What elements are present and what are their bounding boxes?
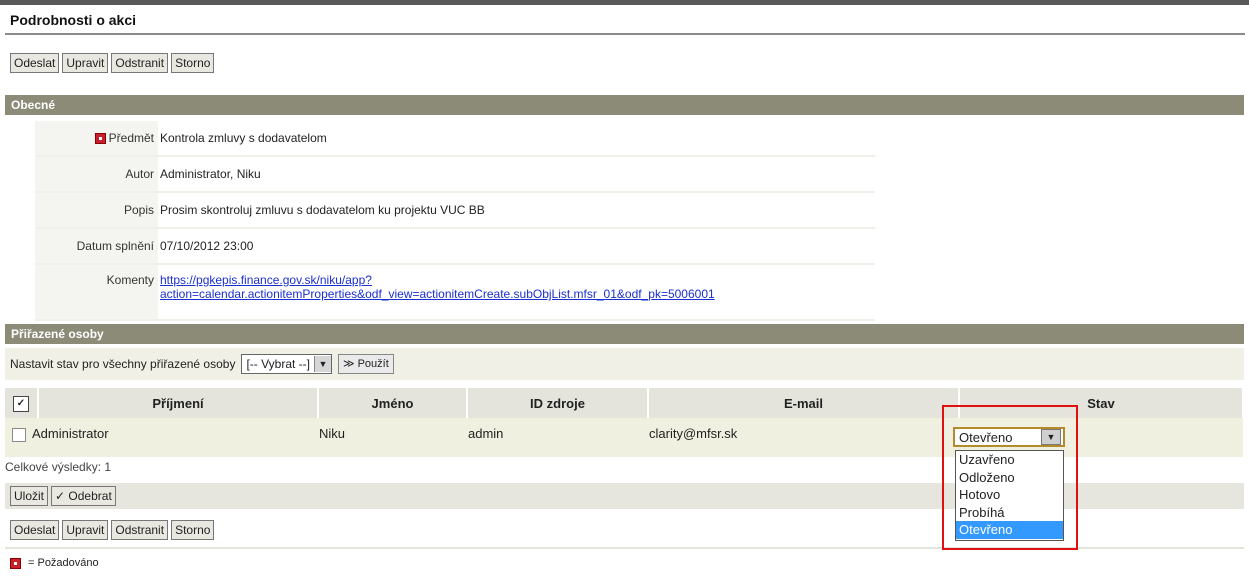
check-icon: ✓ (55, 489, 66, 503)
edit-button-bottom[interactable]: Upravit (62, 520, 109, 540)
author-label: Autor (35, 156, 158, 193)
apply-button[interactable]: ≫ Použít (338, 354, 394, 374)
comments-value: https://pgkepis.finance.gov.sk/niku/app?… (158, 264, 875, 321)
submit-button-bottom[interactable]: Odeslat (10, 520, 60, 540)
subject-label: Předmět (35, 121, 158, 157)
last-name-cell: Administrator (5, 418, 318, 457)
required-legend: = Požadováno (10, 557, 99, 569)
general-fields: Předmět Kontrola zmluvy s dodavatelom Au… (35, 121, 875, 321)
required-icon (94, 133, 106, 145)
col-email[interactable]: E-mail (648, 388, 960, 418)
author-value: Administrator, Niku (158, 156, 875, 193)
resource-id-cell: admin (467, 418, 648, 457)
select-all-icon[interactable]: ✓ (5, 388, 39, 418)
cancel-button-bottom[interactable]: Storno (171, 520, 215, 540)
description-label: Popis (35, 192, 158, 229)
bulk-status-select[interactable]: [-- Vybrat --] ▼ (241, 354, 333, 374)
top-border (0, 0, 1249, 5)
highlight-box (942, 405, 1078, 550)
bottom-toolbar: Odeslat Upravit Odstranit Storno (10, 520, 215, 540)
col-resource-id[interactable]: ID zdroje (467, 388, 649, 418)
total-results: Celkové výsledky: 1 (5, 460, 112, 474)
description-value: Prosim skontroluj zmluvu s dodavatelom k… (158, 192, 875, 229)
due-date-value: 07/10/2012 23:00 (158, 228, 875, 265)
first-name-cell: Niku (318, 418, 467, 457)
submit-button[interactable]: Odeslat (10, 53, 60, 73)
required-icon (10, 557, 21, 569)
bulk-status-bar: Nastavit stav pro všechny přiřazené osob… (5, 348, 1244, 380)
assigned-section-header[interactable]: Přiřazené osoby (5, 324, 1244, 344)
top-toolbar: Odeslat Upravit Odstranit Storno (10, 53, 215, 73)
title-divider (5, 33, 1245, 35)
email-cell: clarity@mfsr.sk (648, 418, 959, 457)
bulk-status-label: Nastavit stav pro všechny přiřazené osob… (10, 357, 236, 371)
comments-label: Komenty (35, 264, 158, 321)
page-title: Podrobnosti o akci (10, 12, 137, 28)
col-first-name[interactable]: Jméno (318, 388, 468, 418)
delete-button[interactable]: Odstranit (111, 53, 169, 73)
due-date-label: Datum splnění (35, 228, 158, 265)
edit-button[interactable]: Upravit (62, 53, 109, 73)
remove-button[interactable]: ✓ Odebrat (51, 486, 116, 506)
row-checkbox[interactable] (12, 427, 26, 442)
general-section-header[interactable]: Obecné (5, 95, 1244, 115)
chevron-down-icon: ▼ (314, 356, 332, 372)
comments-link[interactable]: https://pgkepis.finance.gov.sk/niku/app?… (160, 273, 715, 301)
cancel-button[interactable]: Storno (171, 53, 215, 73)
double-chevron-icon: ≫ (343, 358, 355, 370)
col-last-name[interactable]: Příjmení (38, 388, 319, 418)
delete-button-bottom[interactable]: Odstranit (111, 520, 169, 540)
subject-value: Kontrola zmluvy s dodavatelom (158, 121, 875, 157)
save-button[interactable]: Uložit (10, 486, 49, 506)
